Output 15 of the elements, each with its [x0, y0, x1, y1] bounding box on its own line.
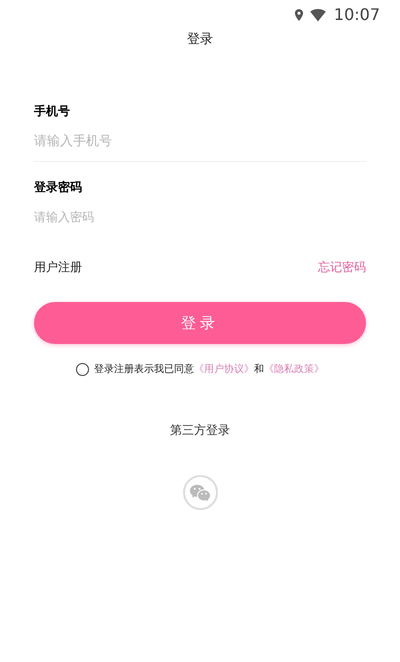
clock: 10:07 [334, 4, 380, 26]
wifi-icon [310, 7, 326, 23]
forgot-password-link[interactable]: 忘记密码 [318, 258, 366, 276]
page-title: 登录 [187, 31, 213, 49]
third-party-title: 第三方登录 [170, 422, 230, 439]
field-label: 登录密码 [34, 179, 83, 196]
input-field[interactable]: 请输入密码 [34, 208, 366, 226]
register-link[interactable]: 用户注册 [34, 258, 82, 276]
agreement-text: 登录注册表示我已同意《用户协议》和《隐私政策》 [94, 362, 324, 377]
agreement-radio[interactable] [76, 363, 89, 376]
privacy-policy-link[interactable]: 《隐私政策》 [264, 364, 324, 375]
login-button[interactable]: 登录 [34, 302, 366, 344]
field-label: 手机号 [34, 102, 71, 120]
user-agreement-link[interactable]: 《用户协议》 [194, 364, 254, 375]
input-field[interactable]: 请输入手机号 [34, 132, 366, 151]
